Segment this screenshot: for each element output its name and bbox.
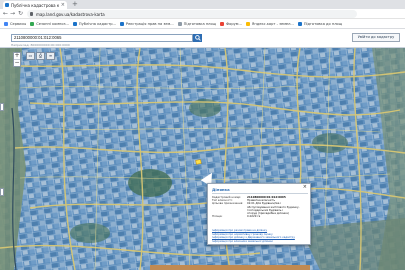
bookmark-item[interactable]: Сервисы <box>4 21 27 26</box>
browser-toolbar: ← → ↻ map.land.gov.ua/kadastrova-karta <box>0 9 405 19</box>
search-button[interactable] <box>193 34 202 42</box>
bookmark-favicon-icon <box>297 21 302 26</box>
bookmark-favicon-icon <box>72 21 77 26</box>
zoom-out-button[interactable]: − <box>14 59 20 66</box>
bookmark-favicon-icon <box>245 21 250 26</box>
layers-icon: ≡ <box>48 53 53 58</box>
bookmark-label: Сервисы <box>10 21 27 26</box>
popup-title: Ділянка <box>212 187 308 194</box>
bookmark-favicon-icon <box>30 21 35 26</box>
print-tool-button[interactable]: ⎙ <box>36 52 45 60</box>
side-panel-toggle-2[interactable] <box>0 188 4 196</box>
bookmark-item[interactable]: Яндекс.карт - земел... <box>245 21 294 26</box>
bookmark-label: Публічна кадастр... <box>78 21 116 26</box>
browser-tab-strip: Публічна кадастрова карта Укр × + <box>0 0 405 9</box>
layers-tool-button[interactable]: ≡ <box>46 52 55 60</box>
measure-icon: ▭ <box>28 53 33 58</box>
side-panel-toggle[interactable] <box>0 103 4 111</box>
measure-tool-button[interactable]: ▭ <box>26 52 35 60</box>
bookmark-favicon-icon <box>177 21 182 26</box>
address-bar[interactable]: map.land.gov.ua/kadastrova-karta <box>27 10 357 18</box>
cadastral-map[interactable]: + − ▭ ⎙ ≡ <box>0 48 405 270</box>
bookmark-label: Форум... <box>226 21 242 26</box>
new-tab-button[interactable]: + <box>72 0 78 9</box>
bookmark-label: Підготовка площ <box>183 21 217 26</box>
reload-button[interactable]: ↻ <box>18 10 23 18</box>
parcel-info-popup: × Ділянка Кадастровий номер: 2110800000:0… <box>207 183 311 245</box>
search-icon <box>194 35 201 41</box>
parcel-links: Інформація про речові права на ділянку Ін… <box>212 229 310 243</box>
bookmark-favicon-icon <box>119 21 124 26</box>
search-hint: Наприклад: 8000000000:00:000:0000 <box>11 42 70 47</box>
parcel-attributes: Кадастровий номер: 2110800000:01:012:0065… <box>212 195 310 218</box>
bookmark-item[interactable]: Підготовка площ <box>177 21 217 26</box>
popup-link[interactable]: Інформація про власника земельної ділянк… <box>212 240 310 244</box>
attribute-key: Площа: <box>212 214 223 219</box>
attribute-row: Площа: 0.0229 га <box>212 215 310 218</box>
bookmark-item[interactable]: Сезонні композ... <box>30 21 69 26</box>
browser-tab[interactable]: Публічна кадастрова карта Укр × <box>3 1 67 9</box>
bookmark-favicon-icon <box>4 21 8 26</box>
bookmark-label: Сезонні композ... <box>36 21 69 26</box>
bookmark-item[interactable]: Реєстрація прав на зем... <box>119 21 174 26</box>
tab-title: Публічна кадастрова карта Укр <box>11 2 59 8</box>
site-favicon-icon <box>5 3 9 7</box>
back-button[interactable]: ← <box>3 10 8 18</box>
print-icon: ⎙ <box>38 53 43 58</box>
bookmark-item[interactable]: Форум... <box>220 21 242 26</box>
bookmark-label: Реєстрація прав на зем... <box>125 21 174 26</box>
tab-close-icon[interactable]: × <box>61 2 65 8</box>
bookmark-item[interactable]: Підготовка до площ <box>297 21 343 26</box>
satellite-map-layer[interactable] <box>0 48 405 270</box>
bookmark-item[interactable]: Публічна кадастр... <box>72 21 116 26</box>
bookmark-label: Яндекс.карт - земел... <box>251 21 294 26</box>
lock-icon <box>30 12 33 16</box>
attribute-value: 0.0229 га <box>247 214 261 219</box>
forward-button[interactable]: → <box>10 10 15 18</box>
login-button[interactable]: Увійти до кадастру <box>352 33 400 42</box>
cadastral-search-input[interactable]: 2110800000:01:012:0065 <box>11 34 193 42</box>
site-header: 2110800000:01:012:0065 Наприклад: 800000… <box>0 29 405 48</box>
bookmark-label: Підготовка до площ <box>303 21 343 26</box>
zoom-control: + − <box>13 52 21 67</box>
url-text: map.land.gov.ua/kadastrova-karta <box>36 11 105 17</box>
bookmark-favicon-icon <box>220 21 225 26</box>
map-imagery-strip <box>150 265 310 270</box>
bookmarks-bar: Сервисы Сезонні композ... Публічна кадастр… <box>0 19 405 29</box>
